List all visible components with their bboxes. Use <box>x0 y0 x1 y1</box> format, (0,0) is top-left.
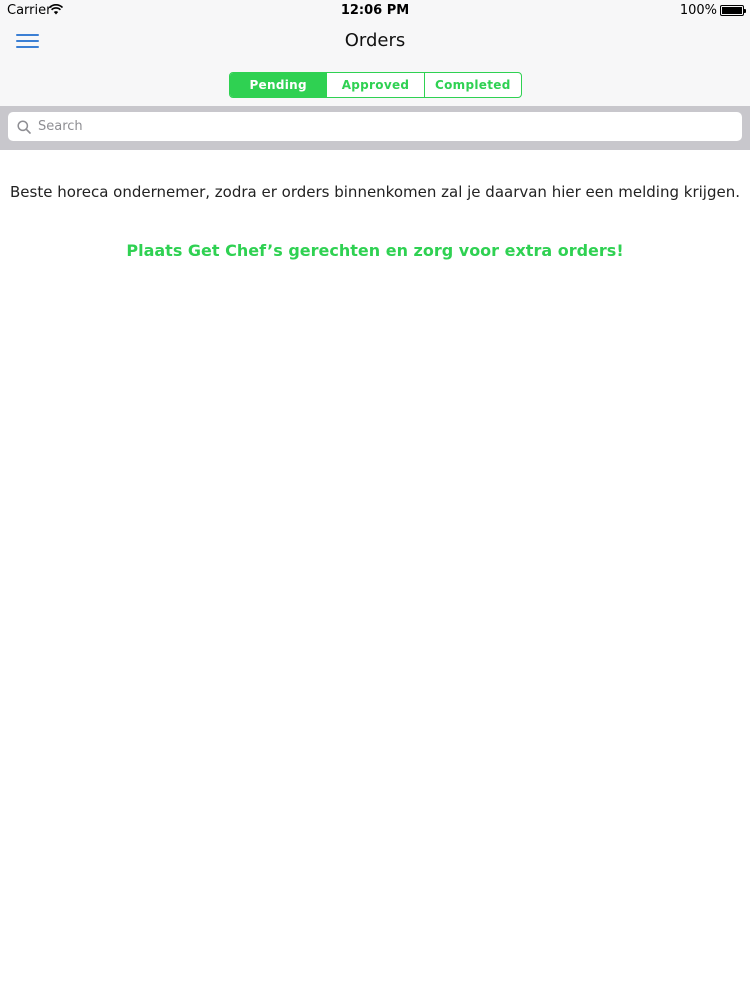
page-title: Orders <box>344 30 406 51</box>
promo-link[interactable]: Plaats Get Chef’s gerechten en zorg voor… <box>0 241 750 260</box>
search-field[interactable] <box>8 112 742 141</box>
battery-icon <box>720 5 746 16</box>
status-bar: Carrier 12:06 PM 100% <box>0 0 750 22</box>
battery-percentage: 100% <box>679 3 717 18</box>
navigation-bar: Orders Pending Approved Completed <box>0 22 750 106</box>
tab-pending[interactable]: Pending <box>230 73 328 97</box>
order-status-segmented-control: Pending Approved Completed <box>229 72 522 98</box>
status-time: 12:06 PM <box>340 3 410 18</box>
search-input[interactable] <box>38 112 742 141</box>
tab-approved[interactable]: Approved <box>327 73 425 97</box>
search-icon <box>17 119 31 134</box>
search-bar <box>0 106 750 150</box>
tab-completed[interactable]: Completed <box>425 73 521 97</box>
empty-state-message: Beste horeca ondernemer, zodra er orders… <box>10 183 740 201</box>
